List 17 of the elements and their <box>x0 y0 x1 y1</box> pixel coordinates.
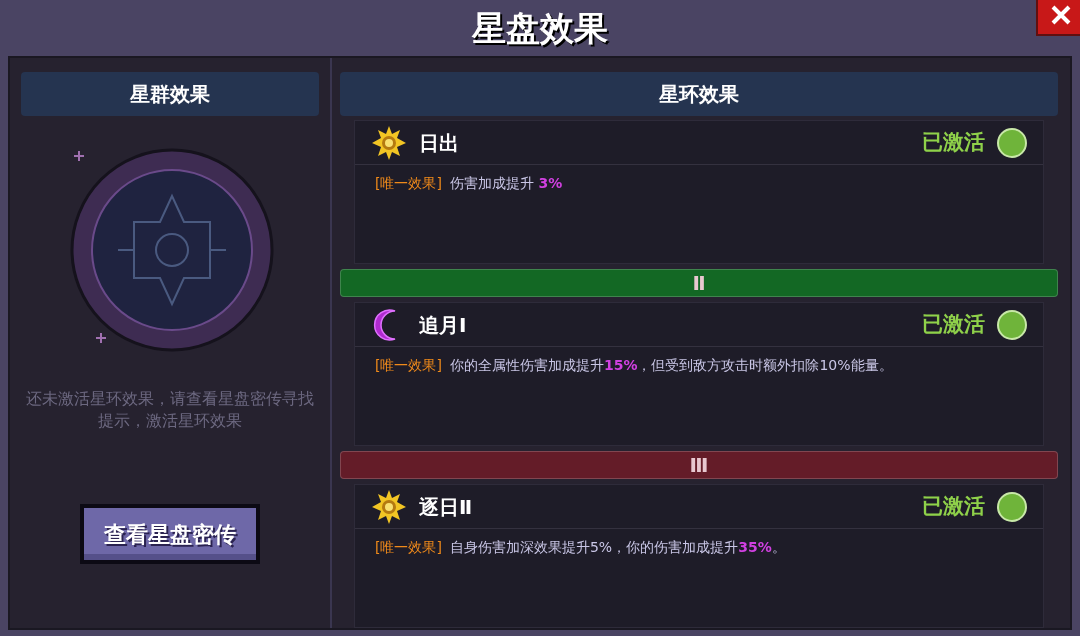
window-title: 星盘效果 <box>472 6 608 50</box>
view-lore-button[interactable]: 查看星盘密传 <box>80 504 260 564</box>
sun-icon <box>371 488 407 525</box>
panel-header: 星环效果 <box>340 72 1058 116</box>
hint-text: 还未激活星环效果，请查看星盘密传寻找提示，激活星环效果 <box>25 388 315 432</box>
panel-header: 星群效果 <box>21 72 319 116</box>
effect-description: [唯一效果] 自身伤害加深效果提升5%，你的伤害加成提升35%。 <box>374 538 787 557</box>
effect-description: [唯一效果] 你的全属性伤害加成提升15%，但受到敌方攻击时额外扣除10%能量。 <box>374 356 894 375</box>
close-icon <box>1050 4 1072 26</box>
effect-name: 追月Ⅰ <box>419 311 467 339</box>
effect-name: 日出 <box>419 129 459 157</box>
status-label: 已激活 <box>922 492 985 520</box>
effect-name: 逐日Ⅱ <box>419 493 473 521</box>
sun-icon <box>371 124 407 161</box>
status-label: 已激活 <box>922 128 985 156</box>
status-label: 已激活 <box>922 310 985 338</box>
effect-description: [唯一效果] 伤害加成提升 3% <box>374 174 564 193</box>
